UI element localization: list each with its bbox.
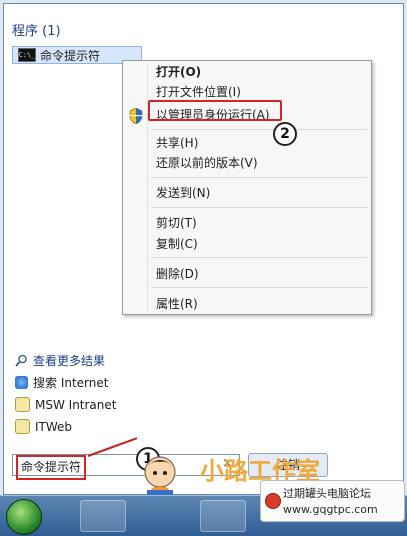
menu-item-delete[interactable]: 删除(D) [156, 265, 199, 283]
forum-name: 过期罐头电脑论坛 [283, 487, 371, 500]
menu-item-restore-previous[interactable]: 还原以前的版本(V) [156, 154, 258, 172]
menu-item-properties[interactable]: 属性(R) [156, 295, 198, 313]
menu-separator [151, 207, 367, 208]
context-menu: 打开(O) 打开文件位置(I) 以管理员身份运行(A) 共享(H) 还原以前的版… [122, 60, 372, 315]
link-itweb[interactable]: ITWeb [15, 419, 72, 434]
program-label: 命令提示符 [40, 48, 101, 63]
menu-item-copy[interactable]: 复制(C) [156, 235, 198, 253]
forum-logo-icon [265, 493, 281, 509]
search-highlight-box [16, 455, 86, 480]
taskbar-item-messenger[interactable] [80, 500, 126, 532]
forum-watermark: 过期罐头电脑论坛 www.gqgtpc.com [260, 480, 405, 522]
document-icon [15, 397, 30, 412]
programs-header: 程序 (1) [12, 24, 61, 39]
admin-highlight-box [148, 100, 282, 121]
menu-item-share[interactable]: 共享(H) [156, 134, 198, 152]
menu-separator [151, 177, 367, 178]
menu-item-cut[interactable]: 剪切(T) [156, 214, 197, 232]
menu-item-open-location[interactable]: 打开文件位置(I) [156, 83, 241, 101]
link-label: ITWeb [35, 419, 73, 434]
cmd-icon: C:\_ [18, 48, 36, 62]
start-button[interactable] [6, 499, 42, 535]
menu-item-send-to[interactable]: 发送到(N) [156, 184, 210, 202]
link-search-internet[interactable]: 搜索 Internet [15, 374, 108, 391]
taskbar-item-app[interactable] [200, 500, 246, 532]
menu-item-open[interactable]: 打开(O) [156, 63, 201, 81]
shield-icon [129, 108, 143, 124]
more-results-link[interactable]: 查看更多结果 [15, 352, 105, 369]
menu-separator [151, 287, 367, 288]
link-msw-intranet[interactable]: MSW Intranet [15, 397, 116, 412]
more-results-label: 查看更多结果 [33, 354, 106, 368]
forum-url: www.gqgtpc.com [283, 503, 378, 516]
search-icon [15, 354, 27, 367]
menu-separator [151, 129, 367, 130]
menu-separator [151, 257, 367, 258]
link-label: MSW Intranet [35, 397, 117, 412]
callout-two: 2 [273, 122, 297, 146]
ie-icon [15, 376, 28, 389]
document-icon [15, 419, 30, 434]
link-label: 搜索 Internet [33, 376, 109, 390]
